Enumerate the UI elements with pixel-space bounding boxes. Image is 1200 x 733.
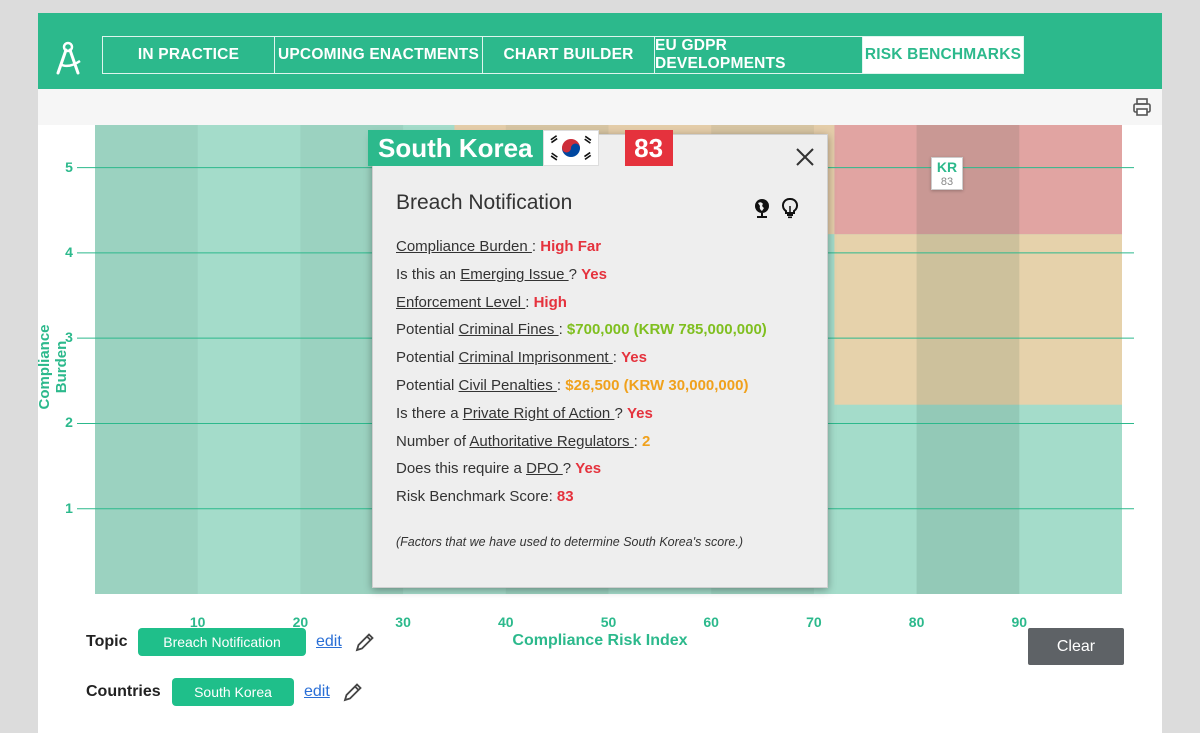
risk-factor-row: Number of Authoritative Regulators : 2 bbox=[396, 428, 816, 456]
lightbulb-icon[interactable] bbox=[780, 197, 800, 219]
factor-link[interactable]: Criminal Imprisonment bbox=[459, 349, 613, 366]
countries-label: Countries bbox=[86, 683, 161, 700]
tab-chart-builder[interactable]: CHART BUILDER bbox=[483, 37, 655, 73]
country-name: South Korea bbox=[368, 130, 543, 166]
risk-factor-row: Potential Civil Penalties : $26,500 (KRW… bbox=[396, 372, 816, 400]
flag-south-korea bbox=[542, 130, 599, 166]
risk-score-badge: 83 bbox=[624, 130, 673, 166]
country-marker-kr[interactable]: KR 83 bbox=[931, 157, 963, 190]
factor-prefix: Number of bbox=[396, 432, 470, 450]
x-tick-label: 30 bbox=[395, 614, 411, 630]
printer-icon[interactable] bbox=[1132, 97, 1152, 117]
factor-value: Yes bbox=[621, 349, 647, 367]
tab-upcoming-enactments[interactable]: UPCOMING ENACTMENTS bbox=[275, 37, 483, 73]
factor-separator: : bbox=[525, 293, 534, 311]
popup-footnote: (Factors that we have used to determine … bbox=[396, 535, 744, 549]
x-tick-label: 40 bbox=[498, 614, 514, 630]
column-band bbox=[916, 125, 1020, 594]
compass-logo-icon[interactable] bbox=[54, 40, 84, 76]
factor-separator: ? bbox=[568, 265, 582, 283]
x-tick-label: 70 bbox=[806, 614, 822, 630]
tab-in-practice[interactable]: IN PRACTICE bbox=[103, 37, 275, 73]
factor-separator: ? bbox=[562, 460, 576, 478]
factor-prefix: Potential bbox=[396, 349, 459, 367]
edit-countries-link[interactable]: edit bbox=[304, 683, 330, 701]
y-tick-label: 5 bbox=[65, 158, 73, 175]
pencil-icon[interactable] bbox=[342, 681, 364, 703]
factor-link[interactable]: Civil Penalties bbox=[459, 377, 557, 394]
factor-separator: : bbox=[558, 321, 567, 339]
country-detail-popup: Breach Notification Compliance Burden : … bbox=[372, 134, 828, 588]
y-tick-label: 2 bbox=[65, 414, 73, 431]
countries-filter-row: Countries South Korea edit bbox=[86, 678, 364, 706]
risk-factor-row: Is there a Private Right of Action ? Yes bbox=[396, 400, 816, 428]
factor-separator: : bbox=[633, 432, 642, 450]
factor-value: Yes bbox=[575, 460, 602, 478]
factor-link[interactable]: DPO bbox=[526, 460, 563, 477]
factor-link[interactable]: Emerging Issue bbox=[460, 266, 568, 283]
y-tick-label: 3 bbox=[65, 329, 73, 346]
popup-header: South Korea 83 bbox=[368, 130, 673, 166]
x-tick-label: 50 bbox=[600, 614, 617, 630]
x-tick-label: 80 bbox=[908, 614, 925, 630]
clear-button[interactable]: Clear bbox=[1028, 628, 1124, 665]
factor-value: High Far bbox=[540, 238, 602, 255]
column-band bbox=[95, 125, 198, 594]
page: IN PRACTICE UPCOMING ENACTMENTS CHART BU… bbox=[38, 13, 1162, 733]
factor-value: 83 bbox=[556, 488, 574, 506]
risk-factor-row: Is this an Emerging Issue ? Yes bbox=[396, 261, 816, 289]
globe-icon[interactable] bbox=[752, 197, 772, 219]
risk-factor-row: Potential Criminal Imprisonment : Yes bbox=[396, 344, 816, 372]
factor-link[interactable]: Enforcement Level bbox=[396, 294, 525, 311]
factor-separator: : bbox=[612, 349, 622, 367]
factor-prefix: Potential bbox=[396, 321, 459, 339]
factor-separator: : bbox=[548, 488, 557, 506]
marker-score: 83 bbox=[940, 176, 954, 188]
factor-value: High bbox=[533, 293, 567, 311]
y-tick-label: 1 bbox=[65, 499, 73, 516]
factor-prefix: Does this require a bbox=[396, 460, 527, 478]
edit-topic-link[interactable]: edit bbox=[316, 633, 342, 651]
x-tick-label: 60 bbox=[703, 614, 719, 630]
risk-factor-list: Compliance Burden : High Far Is this an E… bbox=[396, 233, 816, 511]
tab-risk-benchmarks[interactable]: RISK BENCHMARKS bbox=[863, 37, 1023, 73]
main-tabs: IN PRACTICE UPCOMING ENACTMENTS CHART BU… bbox=[102, 36, 1024, 74]
top-nav-bar: IN PRACTICE UPCOMING ENACTMENTS CHART BU… bbox=[38, 13, 1162, 89]
factor-value: $26,500 (KRW 30,000,000) bbox=[565, 376, 749, 394]
topic-label: Topic bbox=[86, 633, 128, 650]
topic-filter-row: Topic Breach Notification edit bbox=[86, 628, 376, 656]
country-chip[interactable]: South Korea bbox=[172, 678, 294, 706]
factor-link[interactable]: Private Right of Action bbox=[463, 405, 615, 422]
factor-separator: : bbox=[531, 238, 541, 255]
factor-link[interactable]: Compliance Burden bbox=[396, 238, 532, 255]
factor-separator: ? bbox=[614, 404, 627, 422]
risk-factor-row: Potential Criminal Fines : $700,000 (KRW… bbox=[396, 316, 816, 344]
factor-separator: : bbox=[556, 376, 566, 394]
factor-link[interactable]: Authoritative Regulators bbox=[469, 433, 633, 450]
factor-value: Yes bbox=[626, 404, 653, 422]
factor-value: Yes bbox=[581, 265, 607, 283]
factor-prefix: Risk Benchmark Score bbox=[396, 488, 549, 506]
risk-factor-row: Compliance Burden : High Far bbox=[396, 233, 816, 261]
y-tick-label: 4 bbox=[65, 243, 73, 260]
x-axis-label: Compliance Risk Index bbox=[512, 632, 688, 649]
marker-country-code: KR bbox=[936, 159, 958, 175]
factor-value: 2 bbox=[641, 432, 651, 450]
factor-link[interactable]: Criminal Fines bbox=[459, 321, 559, 338]
topic-chip[interactable]: Breach Notification bbox=[138, 628, 306, 656]
popup-topic-title: Breach Notification bbox=[396, 191, 573, 214]
y-axis-label: Compliance Burden bbox=[38, 324, 70, 410]
tab-eu-gdpr-developments[interactable]: EU GDPR DEVELOPMENTS bbox=[655, 37, 863, 73]
risk-factor-row: Does this require a DPO ? Yes bbox=[396, 455, 816, 483]
factor-prefix: Is there a bbox=[396, 404, 463, 422]
pencil-icon[interactable] bbox=[354, 631, 376, 653]
factor-value: $700,000 (KRW 785,000,000) bbox=[566, 321, 767, 339]
factor-prefix: Is this an bbox=[396, 265, 461, 283]
factor-prefix: Potential bbox=[396, 376, 459, 394]
risk-factor-row: Risk Benchmark Score: 83 bbox=[396, 483, 816, 511]
risk-factor-row: Enforcement Level : High bbox=[396, 289, 816, 317]
close-icon[interactable] bbox=[793, 145, 817, 169]
toolbar bbox=[38, 89, 1162, 125]
